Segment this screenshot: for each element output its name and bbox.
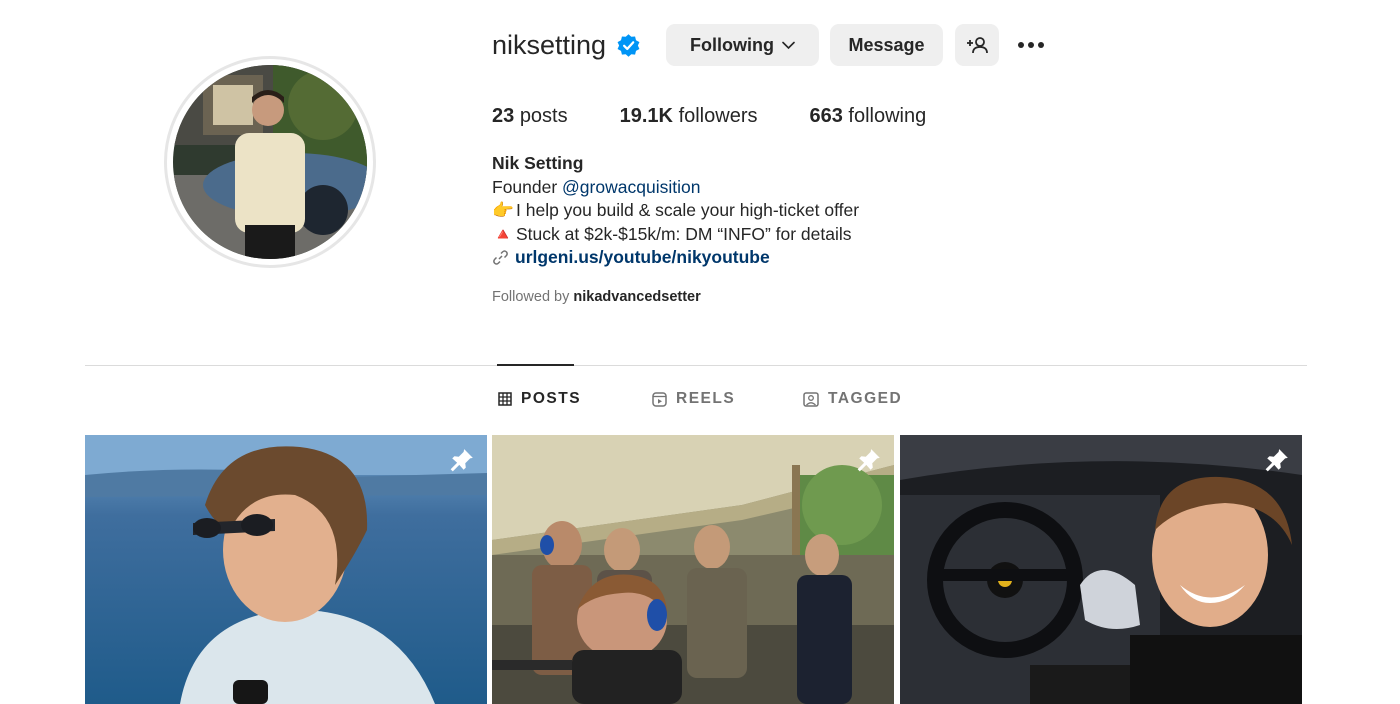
bio-link-text: urlgeni.us/youtube/nikyoutube [515, 247, 770, 267]
grid-icon [498, 392, 512, 406]
post-image-1 [85, 435, 487, 704]
profile-stats: 23 posts 19.1K followers 663 following [492, 102, 978, 130]
bio-stuck-text: Stuck at $2k-$15k/m: DM “INFO” for detai… [516, 223, 852, 244]
followed-by-user: nikadvancedsetter [573, 289, 701, 305]
bio-founder-prefix: Founder [492, 176, 563, 197]
profile-full-name: Nik Setting [492, 153, 584, 173]
tab-reels[interactable]: REELS [652, 390, 735, 408]
post-thumbnail-2[interactable] [492, 435, 894, 704]
tab-reels-label: REELS [676, 390, 736, 407]
message-button[interactable]: Message [830, 24, 943, 66]
post-image-3 [900, 435, 1302, 704]
active-tab-indicator [497, 364, 574, 366]
bio-help-text: I help you build & scale your high-ticke… [516, 200, 860, 220]
tab-posts[interactable]: POSTS [498, 390, 581, 408]
reels-icon [652, 391, 667, 407]
bio-external-link[interactable]: urlgeni.us/youtube/nikyoutube [492, 246, 859, 270]
pinned-icon [1265, 449, 1288, 472]
add-user-icon [967, 37, 988, 54]
pinned-icon [450, 449, 473, 472]
following-button[interactable]: Following [666, 24, 819, 66]
tabs-divider [85, 365, 1307, 366]
red-triangle-icon: 🔺 [492, 223, 514, 244]
bio-mention-link[interactable]: @growacquisition [562, 177, 700, 197]
tab-tagged-label: TAGGED [828, 390, 903, 407]
profile-bio: Nik Setting Founder @growacquisition 👉 I … [492, 152, 859, 270]
following-stat[interactable]: 663 following [809, 102, 926, 130]
tab-tagged[interactable]: TAGGED [803, 390, 902, 408]
pinned-icon [857, 449, 880, 472]
chevron-down-icon [782, 41, 795, 49]
verified-badge-icon [617, 34, 640, 57]
followed-by-prefix: Followed by [492, 289, 574, 305]
avatar[interactable] [173, 65, 367, 259]
followers-stat[interactable]: 19.1K followers [620, 102, 758, 130]
post-thumbnail-3[interactable] [900, 435, 1302, 704]
posts-count: 23 [492, 105, 515, 127]
followed-by[interactable]: Followed by nikadvancedsetter [492, 289, 701, 305]
bio-line-founder: Founder @growacquisition [492, 176, 859, 200]
more-options-icon[interactable] [1013, 32, 1049, 58]
posts-label: posts [519, 105, 568, 127]
following-button-label: Following [690, 34, 774, 55]
tagged-icon [803, 391, 819, 407]
link-icon [493, 250, 508, 265]
followers-count: 19.1K [619, 105, 673, 127]
posts-stat: 23 posts [492, 102, 568, 130]
suggested-users-button[interactable] [955, 24, 999, 66]
bio-line-stuck: 🔺 Stuck at $2k-$15k/m: DM “INFO” for deta… [492, 223, 859, 247]
message-button-label: Message [848, 34, 925, 55]
profile-username: niksetting [492, 30, 607, 60]
following-count: 663 [809, 105, 843, 127]
tab-posts-label: POSTS [521, 390, 582, 407]
post-thumbnail-1[interactable] [85, 435, 487, 704]
post-image-2 [492, 435, 894, 704]
bio-line-help: 👉 I help you build & scale your high-tick… [492, 199, 859, 223]
following-label: following [848, 105, 927, 127]
followers-label: followers [678, 105, 758, 127]
pointing-hand-icon: 👉 [492, 200, 514, 220]
